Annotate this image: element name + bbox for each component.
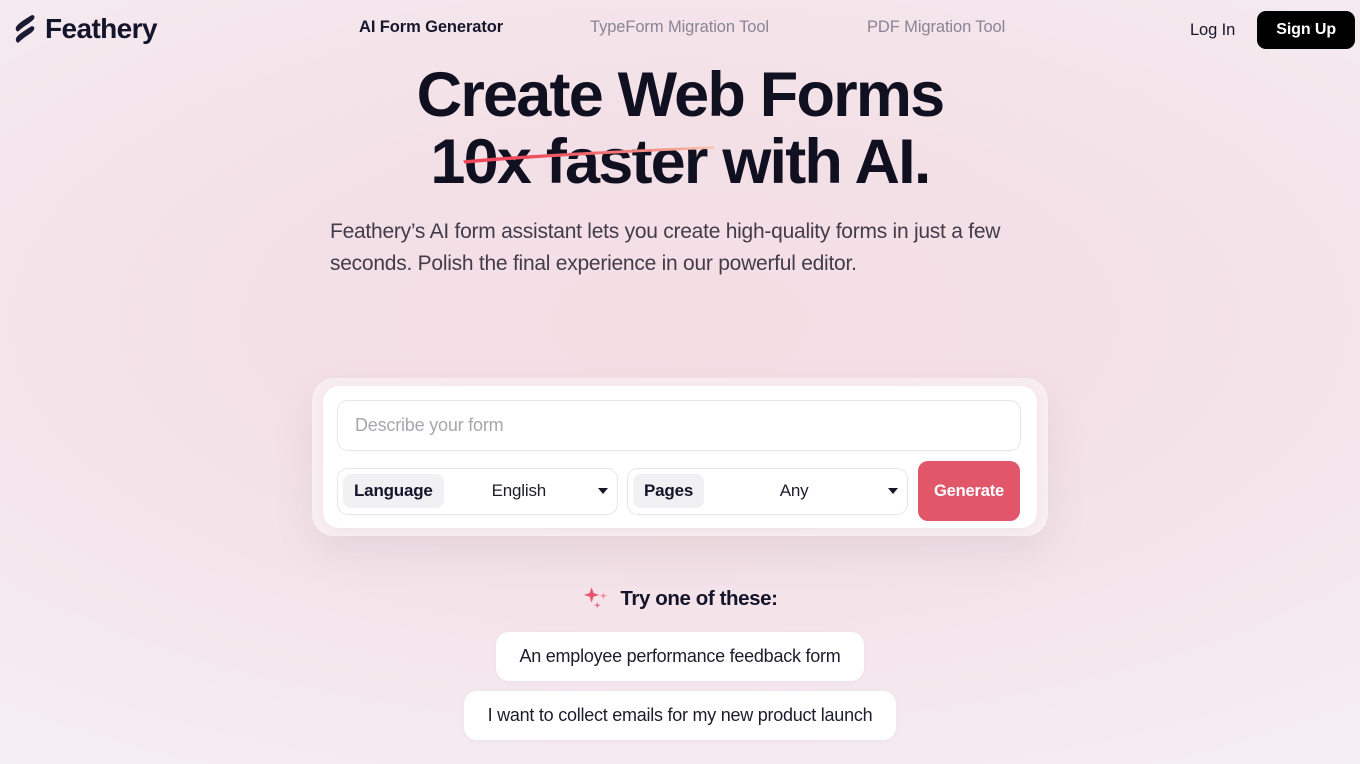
sparkles-icon (584, 587, 608, 609)
language-select-label: Language (343, 474, 444, 508)
page-title: Create Web Forms 10x faster with AI. (0, 60, 1360, 197)
hero-title-line-1: Create Web Forms (416, 60, 946, 130)
chevron-down-icon (598, 488, 608, 494)
language-select[interactable]: Language English (337, 467, 618, 515)
suggestions-heading: Try one of these: (0, 586, 1360, 612)
nav-item-ai-form-generator[interactable]: AI Form Generator (359, 18, 590, 37)
nav-item-typeform-migration-tool[interactable]: TypeForm Migration Tool (590, 18, 867, 37)
top-navigation-bar: Feathery AI Form Generator TypeForm Migr… (0, 0, 1360, 59)
pages-select-value: Any (779, 481, 809, 500)
landing-page: Feathery AI Form Generator TypeForm Migr… (0, 0, 1360, 764)
suggestion-chip[interactable]: An employee performance feedback form (495, 632, 865, 681)
pages-select[interactable]: Pages Any (627, 467, 908, 515)
log-in-link[interactable]: Log In (1184, 17, 1241, 44)
suggestion-chip[interactable]: I want to collect emails for my new prod… (463, 691, 897, 740)
hero-subtitle: Feathery’s AI form assistant lets you cr… (330, 220, 1001, 275)
generator-card: Language English Pages Any Generate (323, 386, 1037, 528)
chevron-down-icon (888, 488, 898, 494)
nav-links: AI Form Generator TypeForm Migration Too… (359, 18, 1005, 37)
suggestions-heading-text: Try one of these: (620, 587, 778, 610)
describe-form-input[interactable] (337, 400, 1021, 451)
brand-name: Feathery (45, 13, 158, 44)
feather-logo-icon (15, 15, 35, 43)
pages-select-label: Pages (633, 474, 705, 508)
sign-up-button[interactable]: Sign Up (1257, 11, 1355, 49)
nav-actions: Log In Sign Up (1184, 11, 1355, 49)
hero-underline-swoosh (463, 146, 714, 164)
suggestion-list: An employee performance feedback form I … (0, 632, 1360, 740)
hero-section: Create Web Forms 10x faster with AI. (0, 60, 1360, 197)
generator-card-shell: Language English Pages Any Generate (312, 378, 1048, 536)
nav-item-pdf-migration-tool[interactable]: PDF Migration Tool (867, 18, 1005, 37)
brand-logo[interactable]: Feathery (14, 9, 158, 49)
generate-button[interactable]: Generate (918, 461, 1020, 521)
language-select-value: English (491, 481, 547, 500)
generator-controls-row: Language English Pages Any Generate (337, 461, 1023, 521)
